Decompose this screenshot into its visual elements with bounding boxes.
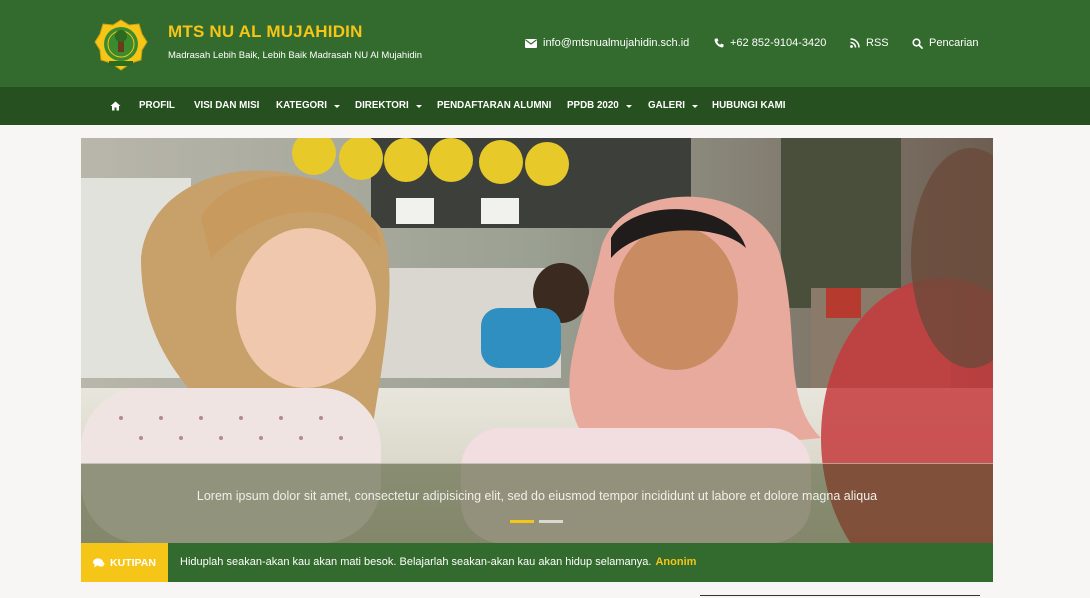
nav-item-visi-dan-misi[interactable]: VISI DAN MISI — [194, 87, 259, 125]
nav-item-label: GALERI — [648, 100, 686, 111]
chevron-down-icon — [692, 104, 699, 108]
nav-item-pendaftaran-alumni[interactable]: PENDAFTARAN ALUMNI — [437, 87, 551, 125]
slider-caption: Lorem ipsum dolor sit amet, consectetur … — [196, 489, 878, 503]
nav-item-direktori[interactable]: DIREKTORI — [355, 87, 422, 125]
chevron-down-icon — [333, 104, 340, 108]
site-header: MTS NU AL MUJAHIDIN Madrasah Lebih Baik,… — [0, 0, 1090, 87]
site-title[interactable]: MTS NU AL MUJAHIDIN — [168, 22, 363, 42]
nav-item-label: HUBUNGI KAMI — [712, 100, 786, 111]
phone-icon — [714, 38, 724, 48]
madrasah-emblem-icon[interactable] — [93, 18, 149, 74]
slider-indicator[interactable] — [539, 520, 563, 523]
nav-item-label: PROFIL — [139, 100, 175, 111]
nav-item-galeri[interactable]: GALERI — [648, 87, 699, 125]
contact-phone-text: +62 852-9104-3420 — [730, 37, 827, 49]
chevron-down-icon — [625, 104, 632, 108]
nav-item-label: KATEGORI — [276, 100, 327, 111]
search-label: Pencarian — [929, 37, 979, 49]
nav-item-label: PENDAFTARAN ALUMNI — [437, 100, 552, 111]
search-icon — [912, 37, 923, 49]
nav-item-kategori[interactable]: KATEGORI — [276, 87, 340, 125]
nav-item-label: PPDB 2020 — [567, 100, 619, 111]
slider-indicator-active[interactable] — [510, 520, 534, 523]
rss-label: RSS — [866, 37, 889, 49]
envelope-icon — [525, 38, 537, 48]
contact-email-link[interactable]: info@mtsnualmujahidin.sch.id — [525, 37, 689, 49]
quote-label: KUTIPAN — [110, 556, 156, 569]
quote-author: Anonim — [655, 556, 697, 568]
nav-item-ppdb-2020[interactable]: PPDB 2020 — [567, 87, 632, 125]
main-navigation: PROFIL VISI DAN MISI KATEGORI DIREKTORI … — [0, 87, 1090, 125]
home-icon — [110, 101, 121, 111]
nav-item-label: VISI DAN MISI — [194, 100, 260, 111]
rss-link[interactable]: RSS — [850, 37, 889, 49]
nav-home[interactable] — [110, 87, 121, 125]
quote-bar: KUTIPAN Hiduplah seakan-akan kau akan ma… — [81, 543, 993, 582]
search-button[interactable]: Pencarian — [912, 37, 979, 49]
slider-caption-band: Lorem ipsum dolor sit amet, consectetur … — [81, 463, 993, 543]
nav-item-hubungi-kami[interactable]: HUBUNGI KAMI — [712, 87, 785, 125]
hero-slider[interactable]: Lorem ipsum dolor sit amet, consectetur … — [81, 138, 993, 543]
contact-email-text: info@mtsnualmujahidin.sch.id — [543, 37, 690, 49]
nav-item-label: DIREKTORI — [355, 100, 409, 111]
rss-icon — [850, 38, 860, 48]
quote-text: Hiduplah seakan-akan kau akan mati besok… — [180, 556, 652, 568]
comments-icon — [93, 557, 105, 567]
quote-text-line: Hiduplah seakan-akan kau akan mati besok… — [180, 556, 696, 568]
sidebar-widget-border — [700, 595, 980, 596]
quote-label-box: KUTIPAN — [81, 543, 168, 582]
nav-item-profil[interactable]: PROFIL — [139, 87, 175, 125]
chevron-down-icon — [415, 104, 422, 108]
contact-phone-link[interactable]: +62 852-9104-3420 — [714, 37, 826, 49]
site-tagline: Madrasah Lebih Baik, Lebih Baik Madrasah… — [168, 50, 422, 61]
